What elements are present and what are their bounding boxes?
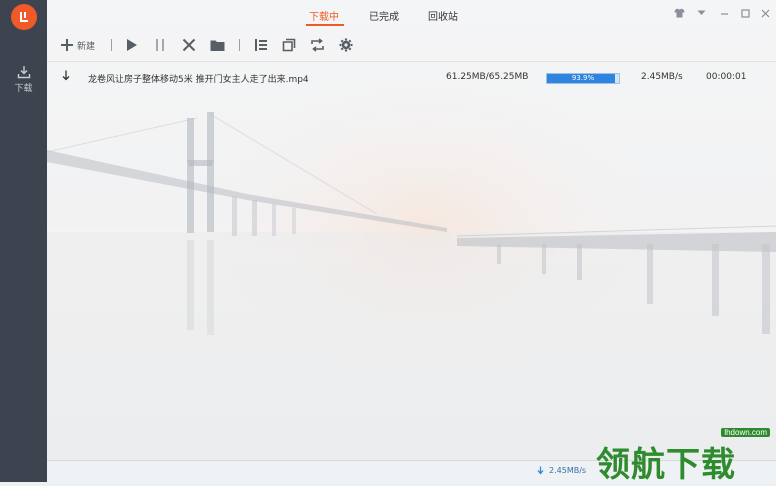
settings-button[interactable] — [339, 36, 353, 54]
sidebar: 下载 — [0, 0, 47, 482]
maximize-icon — [740, 8, 750, 18]
plus-icon — [61, 39, 73, 51]
download-icon — [17, 65, 30, 78]
repeat-button[interactable] — [310, 36, 325, 54]
chevron-down-icon — [697, 10, 705, 15]
new-task-label: 新建 — [77, 41, 96, 52]
tab-downloading[interactable]: 下载中 — [309, 8, 339, 23]
list-button[interactable] — [254, 36, 268, 54]
file-size: 61.25MB/65.25MB — [446, 72, 529, 82]
toolbar-divider — [111, 39, 112, 51]
play-icon — [127, 39, 137, 51]
watermark-url: lhdown.com — [721, 428, 770, 437]
close-button[interactable] — [757, 5, 773, 21]
site-watermark: lhdown.com 领航下载 — [586, 427, 776, 485]
app-logo-icon — [20, 12, 28, 22]
sidebar-item-label: 下载 — [14, 83, 33, 94]
gear-icon — [339, 38, 353, 52]
table-row[interactable]: 龙卷风让房子整体移动5米 推开门女主人走了出来.mp4 61.25MB/65.2… — [47, 66, 776, 88]
start-button[interactable] — [126, 36, 138, 54]
shirt-icon — [674, 8, 684, 18]
tab-recycle-bin[interactable]: 回收站 — [428, 8, 458, 23]
title-bar: 下载中 已完成 回收站 — [47, 0, 776, 30]
minimize-icon — [720, 12, 728, 15]
list-icon — [255, 39, 267, 51]
file-name: 龙卷风让房子整体移动5米 推开门女主人走了出来.mp4 — [88, 75, 309, 85]
menu-button[interactable] — [693, 5, 709, 21]
app-logo — [11, 4, 37, 30]
copy-icon — [282, 38, 296, 52]
close-icon — [761, 9, 769, 17]
maximize-button[interactable] — [737, 5, 753, 21]
watermark-brand: 领航下载 — [596, 445, 736, 485]
sidebar-item-download[interactable]: 下载 — [0, 58, 47, 100]
downloading-arrow-icon — [62, 70, 70, 84]
folder-icon — [210, 40, 225, 51]
repeat-icon — [311, 38, 324, 52]
minimize-button[interactable] — [716, 5, 732, 21]
skin-button[interactable] — [671, 5, 687, 21]
toolbar: 新建 — [47, 30, 776, 60]
progress-bar: 93.9% — [546, 73, 620, 84]
tab-completed[interactable]: 已完成 — [369, 8, 399, 23]
pause-button[interactable] — [154, 36, 166, 54]
close-x-icon — [182, 38, 196, 52]
delete-button[interactable] — [182, 36, 196, 54]
toolbar-divider-line — [47, 61, 776, 62]
tab-active-indicator — [306, 24, 344, 26]
total-speed: 2.45MB/s — [549, 466, 587, 475]
time-remaining: 00:00:01 — [706, 72, 747, 82]
toolbar-divider — [239, 39, 240, 51]
progress-text: 93.9% — [571, 74, 595, 82]
status-download-arrow-icon — [537, 466, 544, 477]
pause-icon — [156, 39, 164, 51]
new-task-button[interactable]: 新建 — [60, 36, 95, 54]
download-speed: 2.45MB/s — [641, 72, 683, 82]
copy-button[interactable] — [282, 36, 296, 54]
open-folder-button[interactable] — [210, 36, 225, 54]
